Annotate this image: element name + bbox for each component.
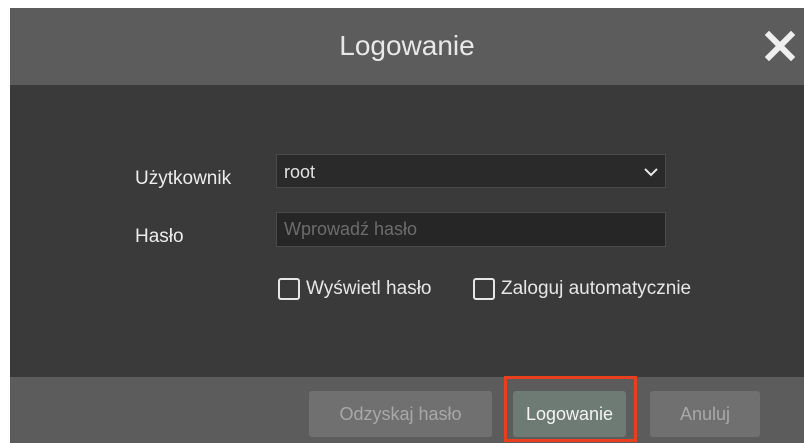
dialog-title: Logowanie — [339, 30, 475, 61]
dialog-titlebar: Logowanie — [10, 8, 804, 85]
password-label: Hasło — [135, 226, 184, 247]
user-select-value: root — [284, 162, 316, 182]
user-label: Użytkownik — [135, 168, 232, 189]
login-dialog: Logowanie Użytkownik root Hasło Wyświetl… — [10, 8, 804, 443]
auto-login-label: Zaloguj automatycznie — [501, 278, 692, 299]
show-password-checkbox-row[interactable]: Wyświetl hasło — [278, 277, 431, 301]
dialog-footer: Odzyskaj hasło Logowanie Anuluj — [10, 377, 804, 443]
chevron-down-icon — [644, 168, 658, 177]
cancel-button[interactable]: Anuluj — [650, 391, 760, 437]
show-password-label: Wyświetl hasło — [306, 278, 432, 299]
login-button[interactable]: Logowanie — [513, 391, 626, 437]
password-input[interactable] — [276, 212, 666, 247]
dialog-content: Użytkownik root Hasło Wyświetl hasło Zal… — [10, 85, 804, 377]
show-password-checkbox[interactable] — [278, 278, 300, 300]
close-icon — [764, 30, 796, 62]
close-button[interactable] — [760, 26, 800, 66]
auto-login-checkbox[interactable] — [473, 278, 495, 300]
user-select[interactable]: root — [276, 154, 666, 188]
recover-password-button[interactable]: Odzyskaj hasło — [309, 391, 492, 437]
auto-login-checkbox-row[interactable]: Zaloguj automatycznie — [473, 277, 691, 301]
